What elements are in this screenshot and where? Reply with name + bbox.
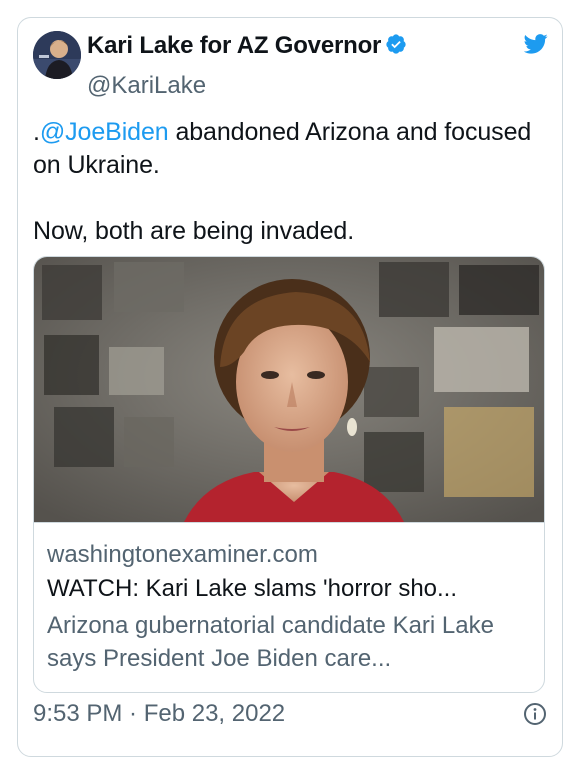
handle[interactable]: @KariLake — [87, 72, 206, 100]
tweet-text-line2: Now, both are being invaded. — [33, 217, 355, 245]
card-description: Arizona gubernatorial candidate Kari Lak… — [47, 612, 494, 672]
tweet-text-line1: .@JoeBiden abandoned Arizona and focused… — [33, 116, 533, 182]
tweet-text: .@JoeBiden abandoned Arizona and focused… — [33, 116, 533, 248]
tweet-text-prefix: . — [33, 118, 40, 146]
card-domain: washingtonexaminer.com — [47, 541, 318, 568]
card-title[interactable]: WATCH: Kari Lake slams 'horror sho... — [47, 575, 533, 603]
link-card[interactable]: washingtonexaminer.com WATCH: Kari Lake … — [33, 256, 545, 693]
tweet-timestamp[interactable]: 9:53 PM · Feb 23, 2022 — [33, 700, 285, 728]
display-name-text[interactable]: Kari Lake for AZ Governor — [87, 32, 381, 59]
mention-link[interactable]: @JoeBiden — [40, 118, 169, 146]
avatar[interactable] — [33, 31, 81, 79]
twitter-bird-icon[interactable] — [523, 34, 548, 59]
info-icon[interactable] — [523, 702, 547, 731]
verified-badge-icon — [385, 33, 407, 62]
embedded-tweet: Kari Lake for AZ Governor @KariLake .@Jo… — [17, 17, 563, 757]
display-name[interactable]: Kari Lake for AZ Governor — [87, 32, 407, 62]
card-image[interactable] — [34, 257, 544, 523]
